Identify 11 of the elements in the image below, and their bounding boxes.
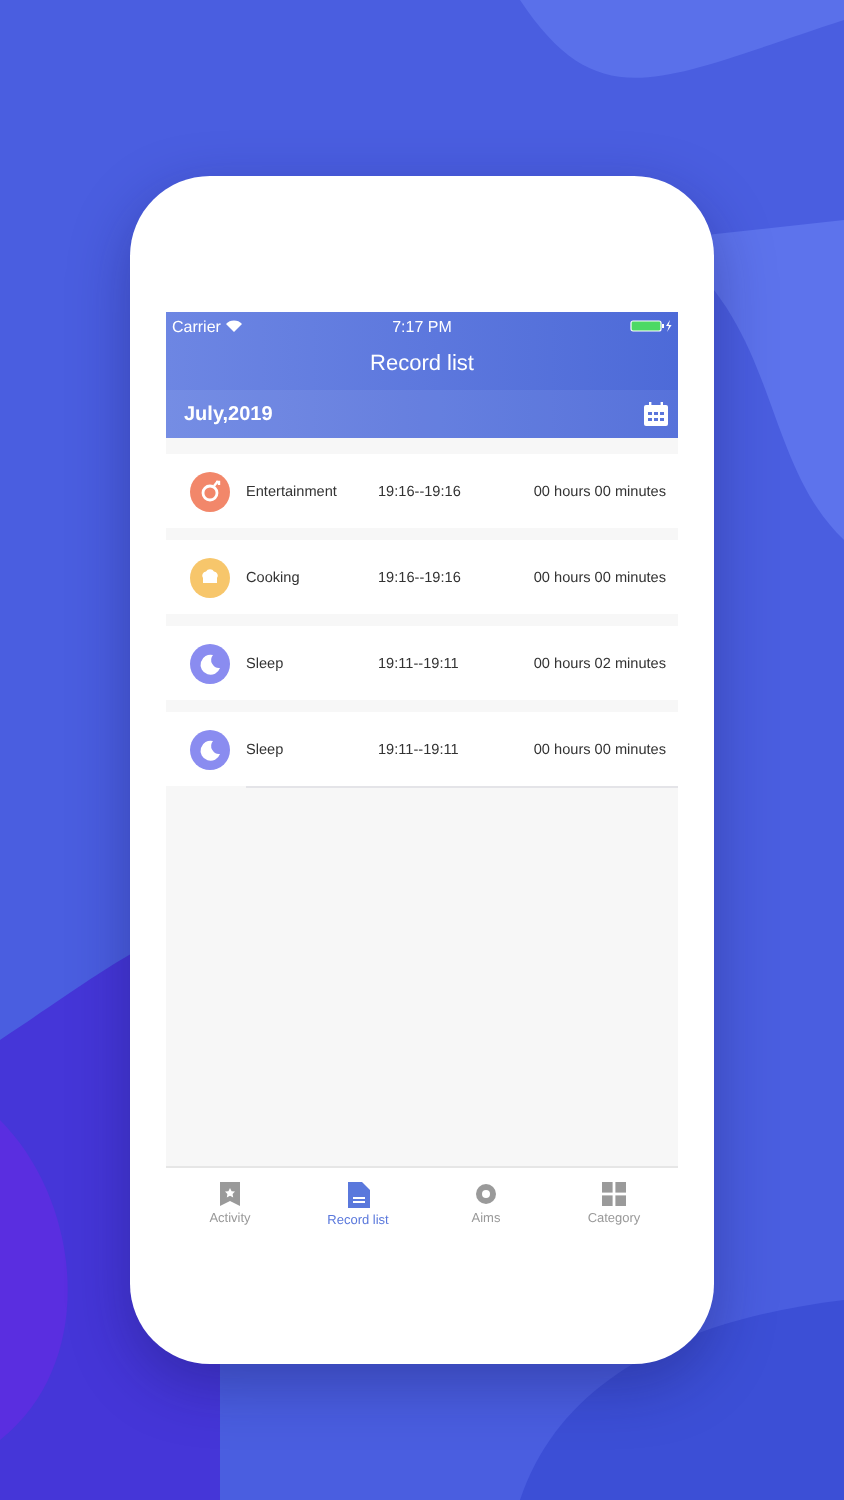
document-icon (347, 1181, 369, 1207)
battery-icon (630, 320, 673, 332)
calendar-icon[interactable] (644, 402, 668, 426)
bookmark-star-icon (218, 1182, 242, 1206)
month-label: July,2019 (184, 403, 273, 425)
grid-icon (602, 1182, 626, 1206)
carrier-label: Carrier (172, 317, 221, 335)
target-icon (474, 1182, 498, 1206)
screen-title: Record list (368, 350, 476, 380)
clock-time: 7:17 PM (392, 317, 452, 335)
wifi-icon (226, 320, 243, 332)
